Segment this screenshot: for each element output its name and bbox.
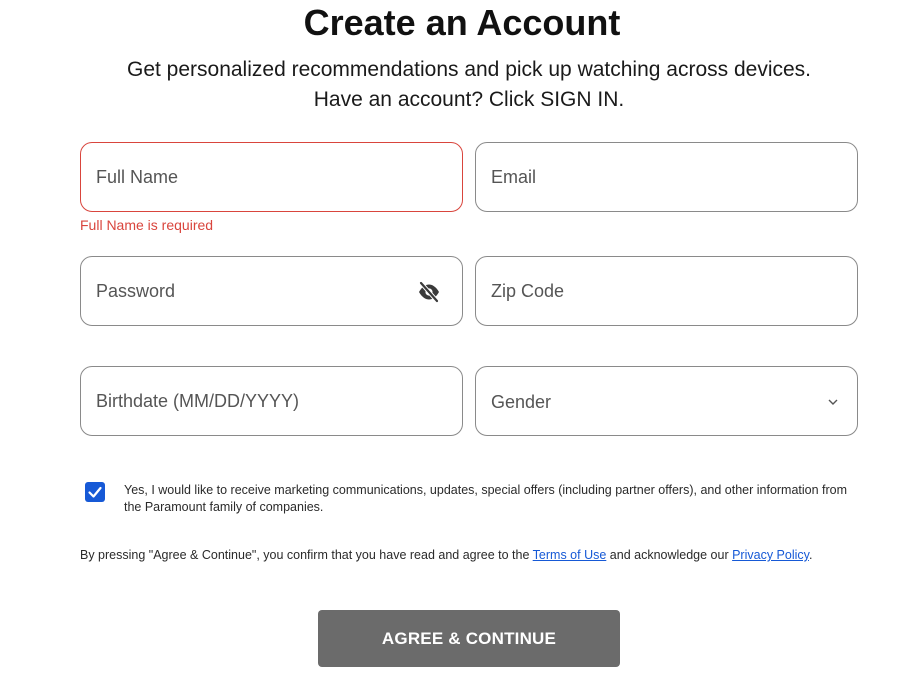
page-subtitle: Get personalized recommendations and pic… bbox=[126, 58, 812, 111]
agree-continue-button[interactable]: AGREE & CONTINUE bbox=[318, 610, 620, 667]
privacy-policy-link[interactable]: Privacy Policy bbox=[732, 548, 809, 562]
full-name-input[interactable] bbox=[96, 143, 396, 211]
gender-select-value: Gender bbox=[491, 392, 552, 412]
password-field[interactable] bbox=[80, 256, 463, 326]
full-name-field[interactable] bbox=[80, 142, 463, 212]
terms-of-use-link[interactable]: Terms of Use bbox=[533, 548, 607, 562]
gender-select[interactable]: Gender bbox=[475, 366, 858, 436]
marketing-consent-label: Yes, I would like to receive marketing c… bbox=[124, 483, 848, 514]
legal-text-prefix: By pressing "Agree & Continue", you conf… bbox=[80, 548, 533, 562]
birthdate-input[interactable] bbox=[96, 367, 396, 435]
eye-slash-icon[interactable] bbox=[416, 279, 442, 305]
legal-notice: By pressing "Agree & Continue", you conf… bbox=[80, 546, 850, 564]
birthdate-field[interactable] bbox=[80, 366, 463, 436]
zip-code-input[interactable] bbox=[491, 257, 791, 325]
email-input[interactable] bbox=[491, 143, 791, 211]
zip-code-field[interactable] bbox=[475, 256, 858, 326]
chevron-down-icon bbox=[827, 395, 839, 407]
password-input[interactable] bbox=[96, 257, 396, 325]
marketing-consent-checkbox[interactable] bbox=[85, 482, 105, 502]
page-title: Create an Account bbox=[303, 2, 621, 43]
legal-text-middle: and acknowledge our bbox=[606, 548, 733, 562]
email-field[interactable] bbox=[475, 142, 858, 212]
checkmark-icon bbox=[88, 486, 102, 498]
legal-text-suffix: . bbox=[808, 548, 813, 562]
full-name-error: Full Name is required bbox=[80, 217, 214, 233]
